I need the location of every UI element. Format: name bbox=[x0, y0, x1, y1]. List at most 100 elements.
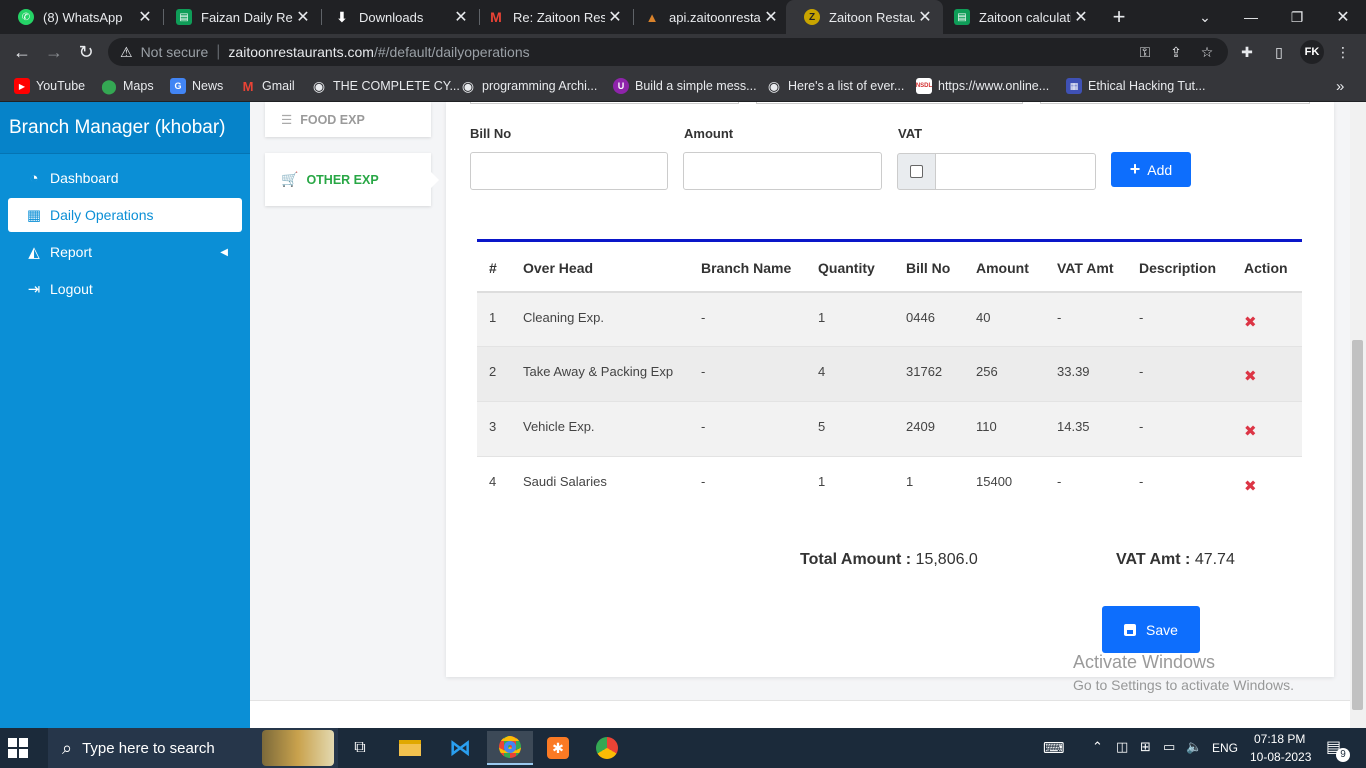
bookmark-gmail[interactable]: M Gmail bbox=[240, 76, 295, 96]
new-tab-button[interactable]: + bbox=[1096, 0, 1142, 34]
more-bookmarks-icon[interactable]: » bbox=[1336, 76, 1344, 96]
star-icon[interactable]: ☆ bbox=[1198, 43, 1216, 61]
bookmark-youtube[interactable]: ▶ YouTube bbox=[14, 76, 85, 96]
meet-icon[interactable]: ◫ bbox=[1116, 739, 1128, 755]
sheets-icon: ▤ bbox=[954, 9, 970, 25]
description-cell: - bbox=[1139, 310, 1144, 325]
delete-icon[interactable]: ✖ bbox=[1244, 313, 1257, 331]
minimize-button[interactable]: — bbox=[1228, 0, 1274, 34]
tab-zaitoon-restaurants[interactable]: Z Zaitoon Restaura ✕ bbox=[786, 0, 943, 34]
close-icon[interactable]: ✕ bbox=[451, 7, 471, 27]
close-window-button[interactable]: ✕ bbox=[1320, 0, 1366, 34]
delete-icon[interactable]: ✖ bbox=[1244, 477, 1257, 495]
row-number: 4 bbox=[489, 474, 497, 489]
scrollbar-thumb[interactable] bbox=[1352, 340, 1363, 710]
cart-icon: 🛒 bbox=[281, 171, 299, 187]
close-icon[interactable]: ✕ bbox=[915, 7, 935, 27]
chevron-up-icon[interactable]: ⌃ bbox=[1092, 739, 1103, 755]
address-bar[interactable]: ⚠ Not secure | zaitoonrestaurants.com/#/… bbox=[108, 38, 1228, 66]
total-vat-value: 47.74 bbox=[1194, 551, 1235, 568]
bookmark-list-of-everything[interactable]: ◉ Here's a list of ever... bbox=[766, 76, 904, 96]
url-text: zaitoonrestaurants.com/#/default/dailyop… bbox=[228, 44, 529, 60]
xampp-icon[interactable]: ✱ bbox=[535, 731, 581, 765]
save-button[interactable]: Save bbox=[1102, 606, 1200, 653]
table-row: 1 Cleaning Exp. - 1 0446 40 - - ✖ bbox=[477, 291, 1302, 346]
tab-zaitoon-calculation[interactable]: ▤ Zaitoon calculatio ✕ bbox=[936, 0, 1099, 34]
vat-label: VAT bbox=[898, 126, 923, 141]
page-footer bbox=[250, 700, 1350, 728]
tab-gmail[interactable]: M Re: Zaitoon Resta ✕ bbox=[470, 0, 633, 34]
sidebar-item-logout[interactable]: ⇥ Logout bbox=[8, 272, 242, 306]
sidebar: Branch Manager (khobar) ◔ Dashboard ▦ Da… bbox=[0, 102, 250, 728]
share-icon[interactable]: ⇪ bbox=[1167, 43, 1185, 61]
previous-input[interactable] bbox=[1040, 102, 1310, 104]
previous-input[interactable] bbox=[470, 102, 739, 104]
battery-icon[interactable]: ▭ bbox=[1163, 739, 1175, 755]
key-icon[interactable]: ⚿ bbox=[1136, 43, 1154, 61]
vat-input[interactable] bbox=[935, 153, 1096, 190]
sidebar-item-dashboard[interactable]: ◔ Dashboard bbox=[8, 161, 242, 195]
maximize-button[interactable]: ❐ bbox=[1274, 0, 1320, 34]
sidebar-item-daily-operations[interactable]: ▦ Daily Operations bbox=[8, 198, 242, 232]
chrome-icon[interactable] bbox=[584, 731, 630, 765]
forward-button[interactable]: → bbox=[40, 38, 68, 66]
vscode-icon[interactable]: ⋈ bbox=[437, 731, 483, 765]
table-row: 4 Saudi Salaries - 1 1 15400 - - ✖ bbox=[477, 456, 1302, 511]
extensions-icon[interactable]: ✚ bbox=[1238, 43, 1256, 61]
tab-downloads[interactable]: ⬇ Downloads ✕ bbox=[316, 0, 479, 34]
branch-cell: - bbox=[701, 419, 706, 434]
tab-other-exp[interactable]: 🛒 OTHER EXP bbox=[265, 153, 431, 206]
close-icon[interactable]: ✕ bbox=[135, 7, 155, 27]
close-icon[interactable]: ✕ bbox=[605, 7, 625, 27]
language-indicator[interactable]: ENG bbox=[1212, 741, 1238, 755]
bill-no-input[interactable] bbox=[470, 152, 668, 190]
back-button[interactable]: ← bbox=[8, 38, 36, 66]
search-icon: ⌕ bbox=[62, 737, 73, 758]
chrome-icon[interactable] bbox=[487, 731, 533, 765]
file-explorer-icon[interactable] bbox=[387, 731, 433, 765]
reload-button[interactable]: ↻ bbox=[72, 38, 100, 66]
windows-start-icon[interactable] bbox=[8, 738, 30, 758]
task-view-icon[interactable]: ⧉ bbox=[337, 731, 383, 765]
bookmark-label: https://www.online... bbox=[938, 79, 1050, 93]
add-button-label: Add bbox=[1147, 161, 1173, 178]
description-cell: - bbox=[1139, 419, 1144, 434]
volume-icon[interactable]: 🔈 bbox=[1186, 739, 1202, 755]
clock-time[interactable]: 07:18 PM bbox=[1254, 732, 1305, 746]
vat-toggle bbox=[897, 153, 936, 190]
add-button[interactable]: + Add bbox=[1111, 152, 1191, 187]
bookmark-ethical-hacking[interactable]: ▦ Ethical Hacking Tut... bbox=[1066, 76, 1205, 96]
close-icon[interactable]: ✕ bbox=[293, 7, 313, 27]
bookmark-news[interactable]: G News bbox=[170, 76, 223, 96]
side-panel-icon[interactable]: ▯ bbox=[1270, 43, 1288, 61]
clock-date[interactable]: 10-08-2023 bbox=[1250, 750, 1311, 764]
amount-cell: 15400 bbox=[976, 474, 1013, 489]
tab-title: Zaitoon calculatio bbox=[979, 9, 1071, 25]
delete-icon[interactable]: ✖ bbox=[1244, 422, 1257, 440]
tab-whatsapp[interactable]: ✆ (8) WhatsApp ✕ bbox=[0, 0, 163, 34]
close-icon[interactable]: ✕ bbox=[761, 7, 781, 27]
bookmark-programming-archive[interactable]: ◉ programming Archi... bbox=[460, 76, 597, 96]
vat-checkbox[interactable] bbox=[910, 165, 923, 178]
bookmark-online[interactable]: NSDL https://www.online... bbox=[916, 76, 1049, 96]
close-icon[interactable]: ✕ bbox=[1071, 7, 1091, 27]
tab-food-exp[interactable]: ☰ FOOD EXP bbox=[265, 102, 431, 137]
quantity-cell: 1 bbox=[818, 310, 826, 325]
tab-faizan-daily-report[interactable]: ▤ Faizan Daily Repo ✕ bbox=[158, 0, 321, 34]
download-icon: ⬇ bbox=[336, 8, 348, 25]
keyboard-icon[interactable]: ⌨ bbox=[1043, 739, 1065, 757]
tab-api[interactable]: ▲ api.zaitoonrestau ✕ bbox=[626, 0, 789, 34]
menu-icon[interactable]: ⋮ bbox=[1334, 43, 1352, 61]
sidebar-item-report[interactable]: ◭ Report ◀ bbox=[8, 235, 242, 269]
tab-search-button[interactable]: ⌄ bbox=[1182, 0, 1228, 34]
bookmark-complete-cy[interactable]: ◉ THE COMPLETE CY... bbox=[311, 76, 460, 96]
bookmark-maps[interactable]: ⬤ Maps bbox=[101, 76, 153, 96]
previous-input[interactable] bbox=[756, 102, 1023, 104]
profile-avatar[interactable]: FK bbox=[1300, 40, 1324, 64]
api-icon: ▲ bbox=[645, 9, 659, 25]
delete-icon[interactable]: ✖ bbox=[1244, 367, 1257, 385]
network-icon[interactable]: ⊞ bbox=[1140, 739, 1151, 755]
bookmark-build-simple-messenger[interactable]: U Build a simple mess... bbox=[613, 76, 757, 96]
bookmark-label: News bbox=[192, 79, 224, 93]
amount-input[interactable] bbox=[683, 152, 882, 190]
